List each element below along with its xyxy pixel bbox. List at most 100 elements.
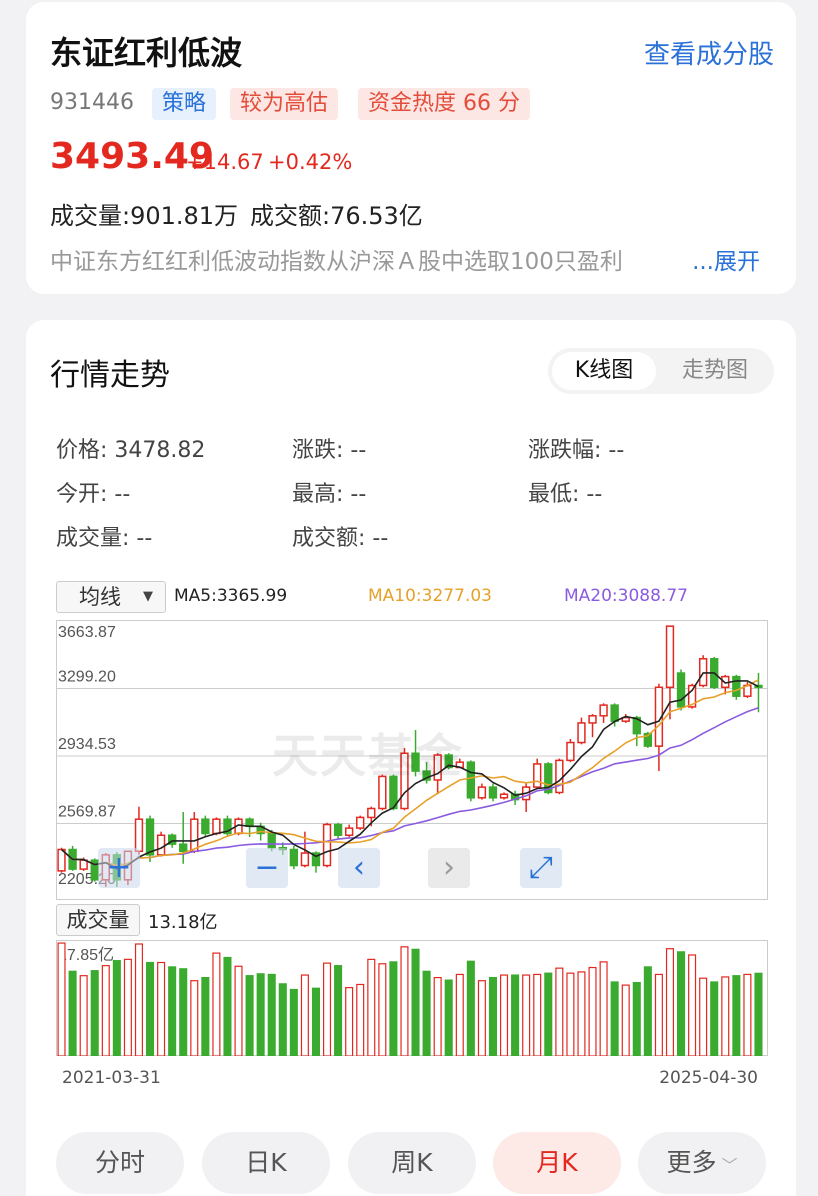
volume-bar-down bbox=[444, 979, 453, 1056]
candle-up bbox=[588, 715, 597, 724]
volume-bar-up bbox=[566, 972, 575, 1056]
volume-bar-down bbox=[632, 981, 641, 1056]
chevron-down-icon: ﹀ bbox=[716, 1156, 738, 1175]
candle-down bbox=[145, 818, 155, 856]
chart-type-switch: K线图 走势图 bbox=[548, 348, 774, 394]
period-daily[interactable]: 日K bbox=[202, 1132, 330, 1194]
candle-down bbox=[267, 832, 276, 849]
volume-bar-down bbox=[311, 987, 320, 1056]
tab-kline[interactable]: K线图 bbox=[552, 352, 656, 390]
volume-bar-down bbox=[146, 961, 155, 1056]
candle-down bbox=[289, 848, 299, 867]
volume-bar-down bbox=[90, 970, 99, 1056]
info-change-pct: 涨跌幅: -- bbox=[528, 438, 625, 463]
volume-bar-up bbox=[212, 952, 221, 1056]
tag-valuation[interactable]: 较为高估 bbox=[230, 88, 339, 120]
scroll-right-button[interactable]: › bbox=[428, 848, 470, 888]
volume-bar-up bbox=[522, 974, 531, 1056]
volume-bar-down bbox=[223, 956, 232, 1056]
price-change: +14.67 bbox=[186, 150, 264, 174]
volume-bar-up bbox=[234, 965, 243, 1056]
volume-bar-down bbox=[677, 951, 686, 1056]
volume-bar-down bbox=[256, 973, 265, 1056]
candle-up bbox=[533, 763, 542, 788]
candle-down bbox=[610, 704, 619, 722]
volume-chart[interactable]: 17.85亿 bbox=[56, 940, 768, 1056]
candle-down bbox=[179, 843, 188, 853]
volume-bar-up bbox=[743, 973, 752, 1056]
volume-value: 13.18亿 bbox=[148, 912, 218, 933]
ma5-label: MA5:3365.99 bbox=[174, 586, 288, 606]
volume-bar-up bbox=[555, 967, 564, 1056]
volume-bar-up bbox=[378, 963, 387, 1056]
volume-bar-down bbox=[411, 948, 420, 1056]
y-tick-label: 2569.87 bbox=[58, 804, 116, 821]
fund-description: 中证东方红红利低波动指数从沪深Ａ股中选取100只盈利 bbox=[50, 249, 623, 275]
info-open: 今开: -- bbox=[56, 482, 131, 507]
candle-up bbox=[665, 625, 675, 689]
candle-down bbox=[333, 823, 343, 836]
period-monthly[interactable]: 月K bbox=[493, 1132, 621, 1194]
view-constituents-link[interactable]: 查看成分股 bbox=[644, 34, 774, 71]
volume-bar-up bbox=[356, 983, 365, 1056]
volume-bar-up bbox=[134, 943, 143, 1056]
volume-bar-up bbox=[101, 965, 110, 1056]
candle-up bbox=[190, 818, 199, 853]
tag-strategy[interactable]: 策略 bbox=[152, 88, 217, 120]
volume-bar-up bbox=[477, 980, 486, 1056]
fund-code: 931446 bbox=[50, 90, 134, 115]
price-change-pct: +0.42% bbox=[268, 150, 353, 174]
zoom-in-button[interactable]: + bbox=[98, 848, 140, 888]
volume-bar-down bbox=[466, 960, 475, 1056]
volume-bar-down bbox=[278, 983, 287, 1056]
info-price: 价格: 3478.82 bbox=[56, 438, 206, 463]
tab-trend[interactable]: 走势图 bbox=[660, 352, 770, 390]
volume-bar-down bbox=[389, 961, 398, 1056]
volume-bar-down bbox=[422, 970, 431, 1056]
period-more[interactable]: 更多 ﹀ bbox=[638, 1132, 766, 1194]
market-card: 行情走势 K线图 走势图 价格: 3478.82 涨跌: -- 涨跌幅: -- … bbox=[26, 320, 796, 1196]
candle-up bbox=[156, 834, 166, 856]
scroll-left-button[interactable]: ‹ bbox=[338, 848, 380, 888]
info-amount: 成交额: -- bbox=[292, 526, 389, 551]
volume-indicator-select[interactable]: 成交量 bbox=[56, 904, 140, 936]
volume-bar-down bbox=[168, 966, 177, 1056]
candle-up bbox=[322, 823, 332, 867]
section-title: 行情走势 bbox=[50, 358, 170, 393]
volume-bar-down bbox=[179, 968, 188, 1056]
y-tick-label: 3663.87 bbox=[58, 624, 116, 641]
tag-heat[interactable]: 资金热度 66 分 bbox=[358, 88, 530, 120]
candle-up bbox=[566, 741, 575, 762]
volume-bar-up bbox=[688, 954, 697, 1056]
candle-up bbox=[344, 827, 354, 836]
volume-bar-up bbox=[533, 973, 542, 1056]
volume-bar-down bbox=[289, 988, 298, 1056]
period-intraday[interactable]: 分时 bbox=[56, 1132, 184, 1194]
candle-up bbox=[555, 759, 564, 794]
ma-select[interactable]: 均线 ▼ bbox=[56, 581, 166, 613]
candle-up bbox=[300, 852, 310, 867]
volume-bar-down bbox=[732, 975, 741, 1056]
volume-bar-up bbox=[721, 976, 730, 1056]
volume-bar-down bbox=[610, 981, 619, 1056]
volume-bar-up bbox=[577, 971, 586, 1056]
candle-up bbox=[499, 793, 509, 799]
volume-bar-up bbox=[400, 946, 409, 1056]
expand-link[interactable]: ...展开 bbox=[692, 242, 760, 276]
volume-bar-up bbox=[455, 973, 464, 1056]
fund-header-card: 东证红利低波 查看成分股 931446 策略 较为高估 资金热度 66 分 34… bbox=[26, 2, 796, 294]
candle-up bbox=[477, 786, 487, 799]
period-weekly[interactable]: 周K bbox=[348, 1132, 476, 1194]
zoom-out-button[interactable]: − bbox=[246, 848, 288, 888]
volume-max-label: 17.85亿 bbox=[58, 946, 114, 964]
candle-down bbox=[676, 672, 686, 708]
fullscreen-icon[interactable]: ⤢ bbox=[520, 848, 562, 888]
volume-bar-up bbox=[621, 984, 630, 1056]
volume-bar-up bbox=[157, 961, 166, 1056]
volume-bar-up bbox=[123, 958, 132, 1056]
volume-bar-up bbox=[654, 973, 663, 1056]
candle-down bbox=[466, 761, 476, 799]
volume-bar-up bbox=[345, 987, 354, 1056]
candle-down bbox=[488, 786, 498, 799]
volume-bar-up bbox=[588, 966, 597, 1056]
